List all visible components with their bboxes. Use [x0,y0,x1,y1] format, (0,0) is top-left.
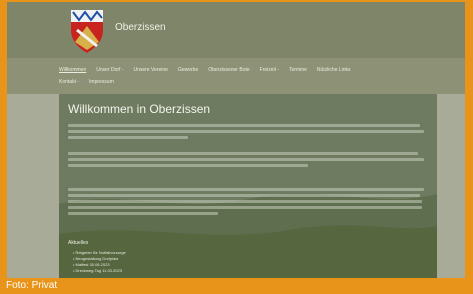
photo-credit: Foto: Privat [6,280,58,291]
news-list: • Ratgeber für Notfallvorsorge • Neugest… [73,250,126,274]
website-screenshot: Oberzissen Willkommen Unser Dorf - Unser… [7,2,465,278]
nav-item-oberzissener-bote[interactable]: Oberzissener Bote [208,67,249,73]
nav-item-nuetzliche-links[interactable]: Nützliche Links [317,67,351,73]
nav-item-kontakt[interactable]: Kontakt - [59,79,79,85]
nav-item-unsere-vereine[interactable]: Unsere Vereine [133,67,167,73]
site-header: Oberzissen [7,2,465,58]
nav-item-impressum[interactable]: Impressum [89,79,114,85]
main-content: Willkommen in Oberzissen Aktuelles • Rat… [59,94,437,278]
nav-item-termine[interactable]: Termine [289,67,307,73]
body-paragraph [68,152,428,170]
page-title: Willkommen in Oberzissen [68,102,211,116]
nav-item-freizeit[interactable]: Freizeit - [260,67,279,73]
main-navigation: Willkommen Unser Dorf - Unsere Vereine G… [59,64,449,88]
history-paragraph [68,188,428,218]
nav-item-willkommen[interactable]: Willkommen [59,67,86,73]
nav-item-unser-dorf[interactable]: Unser Dorf - [96,67,123,73]
coat-of-arms-logo[interactable] [69,8,105,54]
site-name[interactable]: Oberzissen [115,22,166,33]
intro-paragraph [68,124,428,142]
news-item[interactable]: • Dreckweg-Tag 11.03.2023 [73,268,126,274]
page-margin-right [437,94,465,278]
news-section-title: Aktuelles [68,240,89,246]
page-margin-left [7,94,59,278]
nav-item-gewerbe[interactable]: Gewerbe [178,67,198,73]
